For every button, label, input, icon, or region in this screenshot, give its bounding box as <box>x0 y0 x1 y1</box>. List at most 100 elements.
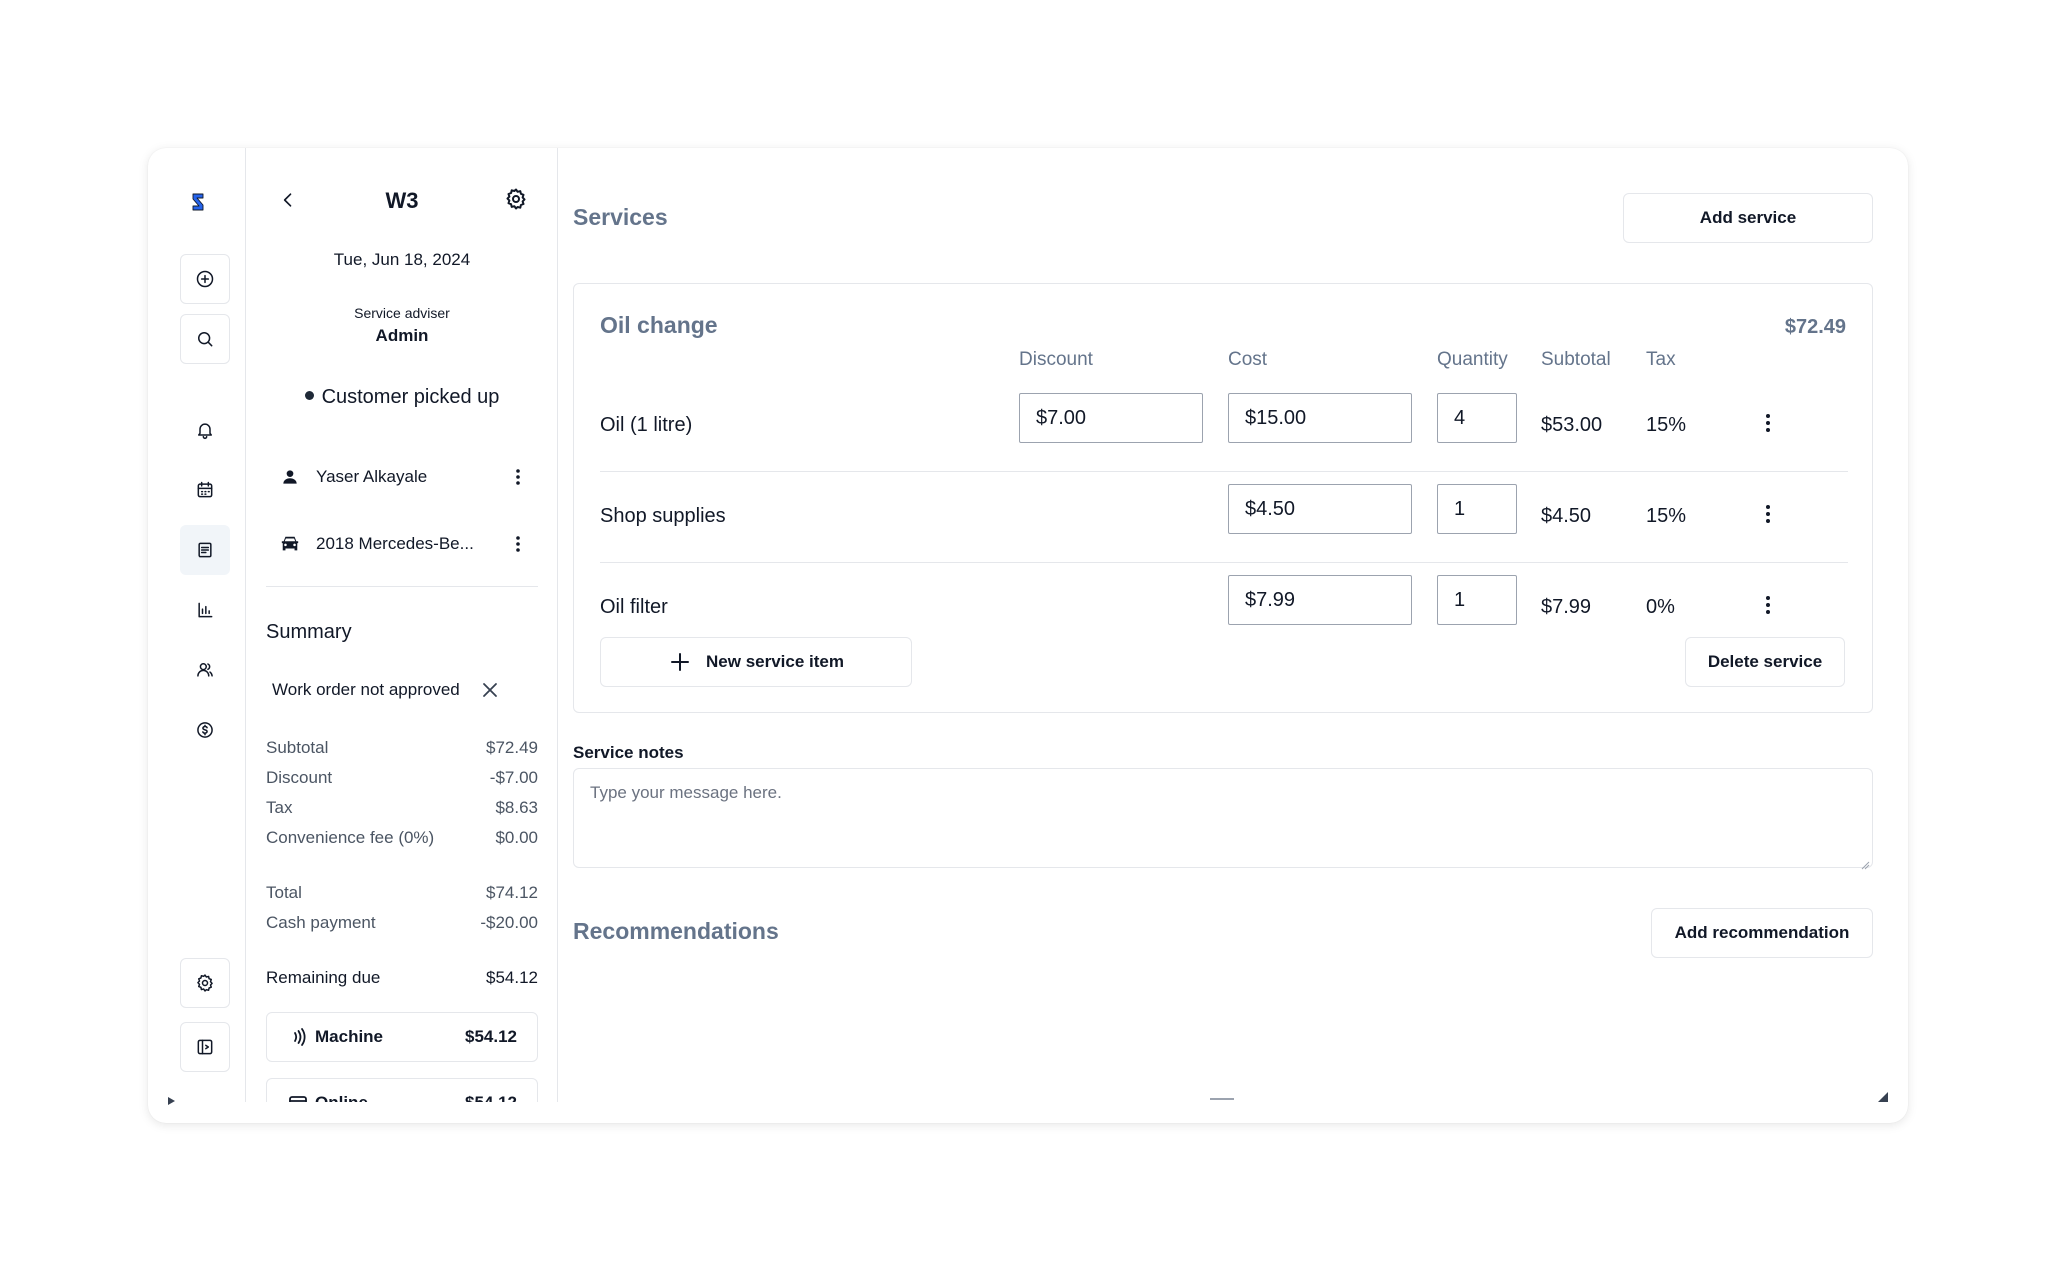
new-service-item-label: New service item <box>706 652 844 671</box>
recommendations-title: Recommendations <box>573 918 779 944</box>
add-button[interactable] <box>180 254 230 304</box>
work-order-status[interactable]: Customer picked up <box>246 386 557 409</box>
vehicle-more-button[interactable] <box>508 532 528 556</box>
close-icon[interactable] <box>480 680 500 700</box>
cost-input[interactable]: $7.99 <box>1228 575 1412 625</box>
search-button[interactable] <box>180 314 230 364</box>
add-service-button[interactable]: Add service <box>1623 193 1873 243</box>
pay-machine-label: Machine <box>315 1027 384 1046</box>
pay-machine-amount: $54.12 <box>465 1027 517 1046</box>
more-vertical-icon <box>1766 505 1770 523</box>
status-dot <box>304 391 314 400</box>
search-icon <box>198 332 213 347</box>
column-header-tax: Tax <box>1646 349 1676 370</box>
more-vertical-icon <box>516 536 520 552</box>
item-name: Oil (1 litre) <box>600 414 693 436</box>
settings-button[interactable] <box>180 958 230 1008</box>
sidebar-toggle-icon <box>197 1039 213 1055</box>
calendar-icon <box>197 481 213 498</box>
item-tax: 0% <box>1646 596 1675 618</box>
service-item-row: Shop supplies $4.50 1 $4.50 15% <box>600 473 1848 563</box>
service-adviser-name: Admin <box>375 326 429 345</box>
summary-row-subtotal: Subtotal $72.49 <box>266 738 538 757</box>
more-vertical-icon <box>1766 596 1770 614</box>
more-vertical-icon <box>1766 414 1770 432</box>
item-subtotal: $4.50 <box>1541 505 1592 527</box>
plus-icon <box>668 650 692 674</box>
quantity-input[interactable]: 4 <box>1437 393 1517 443</box>
pay-online-button[interactable]: Online $54.12 <box>266 1078 538 1102</box>
resize-corner-icon[interactable] <box>1878 1092 1888 1102</box>
nav-work-orders[interactable] <box>180 525 230 575</box>
summary-title: Summary <box>266 621 352 643</box>
car-icon <box>278 532 302 556</box>
cost-input[interactable]: $4.50 <box>1228 484 1412 534</box>
services-title: Services <box>573 204 668 230</box>
customer-more-button[interactable] <box>508 465 528 489</box>
pay-online-amount: $54.12 <box>465 1093 517 1102</box>
service-adviser-label: Service adviser <box>354 305 450 321</box>
nav-calendar[interactable] <box>180 465 230 515</box>
item-tax: 15% <box>1646 505 1687 527</box>
work-order-panel: W3 Tue, Jun 18, 2024 Service adviser Adm… <box>246 148 558 1102</box>
item-more-button[interactable] <box>1756 499 1780 529</box>
service-item-row: Oil (1 litre) $7.00 $15.00 4 $53.00 15% <box>600 382 1848 472</box>
item-more-button[interactable] <box>1756 408 1780 438</box>
cost-input[interactable]: $15.00 <box>1228 393 1412 443</box>
app-window: W3 Tue, Jun 18, 2024 Service adviser Adm… <box>148 148 1908 1123</box>
pay-machine-button[interactable]: Machine $54.12 <box>266 1012 538 1062</box>
discount-input[interactable]: $7.00 <box>1019 393 1203 443</box>
nav-payments[interactable] <box>180 705 230 755</box>
document-list-icon <box>198 542 212 558</box>
resize-handle-icon[interactable] <box>1860 855 1870 870</box>
item-more-button[interactable] <box>1756 590 1780 620</box>
quantity-input[interactable]: 1 <box>1437 575 1517 625</box>
scroll-indicator <box>1210 1098 1234 1102</box>
gear-icon <box>197 974 213 992</box>
nav-customers[interactable] <box>180 645 230 695</box>
users-icon <box>197 663 213 677</box>
delete-service-button[interactable]: Delete service <box>1685 637 1845 687</box>
contactless-icon <box>287 1026 309 1048</box>
summary-row-cash-payment: Cash payment -$20.00 <box>266 913 538 932</box>
service-card: Oil change $72.49 Discount Cost Quantity… <box>573 283 1873 713</box>
rail-scroll-indicator <box>168 1097 175 1105</box>
quantity-input[interactable]: 1 <box>1437 484 1517 534</box>
summary-row-convenience-fee: Convenience fee (0%) $0.00 <box>266 828 538 847</box>
summary-row-total: Total $74.12 <box>266 883 538 902</box>
item-subtotal: $53.00 <box>1541 414 1603 436</box>
gear-icon <box>506 188 526 210</box>
work-order-date: Tue, Jun 18, 2024 <box>333 250 471 269</box>
item-name: Shop supplies <box>600 505 726 527</box>
service-total: $72.49 <box>1784 316 1846 338</box>
main-content: Services Add service Oil change $72.49 D… <box>558 148 1908 1102</box>
summary-row-remaining-due: Remaining due $54.12 <box>266 968 538 987</box>
item-tax: 15% <box>1646 414 1687 436</box>
service-notes-input[interactable]: Type your message here. <box>573 768 1873 870</box>
customer-name: Yaser Alkayale <box>316 467 428 486</box>
vehicle-name: 2018 Mercedes-Be... <box>316 534 474 553</box>
collapse-sidebar-button[interactable] <box>180 1022 230 1072</box>
column-header-discount: Discount <box>1019 349 1093 370</box>
work-order-settings-button[interactable] <box>502 185 530 213</box>
service-notes-placeholder: Type your message here. <box>590 783 782 802</box>
nav-notifications[interactable] <box>180 405 230 455</box>
bell-icon <box>198 423 212 440</box>
column-header-subtotal: Subtotal <box>1541 349 1611 370</box>
brand-logo-icon[interactable] <box>188 192 220 232</box>
item-name: Oil filter <box>600 596 668 618</box>
add-recommendation-button[interactable]: Add recommendation <box>1651 908 1873 958</box>
column-header-quantity: Quantity <box>1437 349 1508 370</box>
dollar-circle-icon <box>197 722 213 738</box>
approval-status: Work order not approved <box>272 680 500 700</box>
item-subtotal: $7.99 <box>1541 596 1592 618</box>
plus-circle-icon <box>196 270 214 288</box>
approval-text: Work order not approved <box>272 680 460 699</box>
pay-online-label: Online <box>315 1093 465 1102</box>
customer-row[interactable]: Yaser Alkayale <box>278 462 528 492</box>
nav-reports[interactable] <box>180 585 230 635</box>
summary-row-discount: Discount -$7.00 <box>266 768 538 787</box>
new-service-item-button[interactable]: New service item <box>600 637 912 687</box>
more-vertical-icon <box>516 469 520 485</box>
vehicle-row[interactable]: 2018 Mercedes-Be... <box>278 529 528 559</box>
